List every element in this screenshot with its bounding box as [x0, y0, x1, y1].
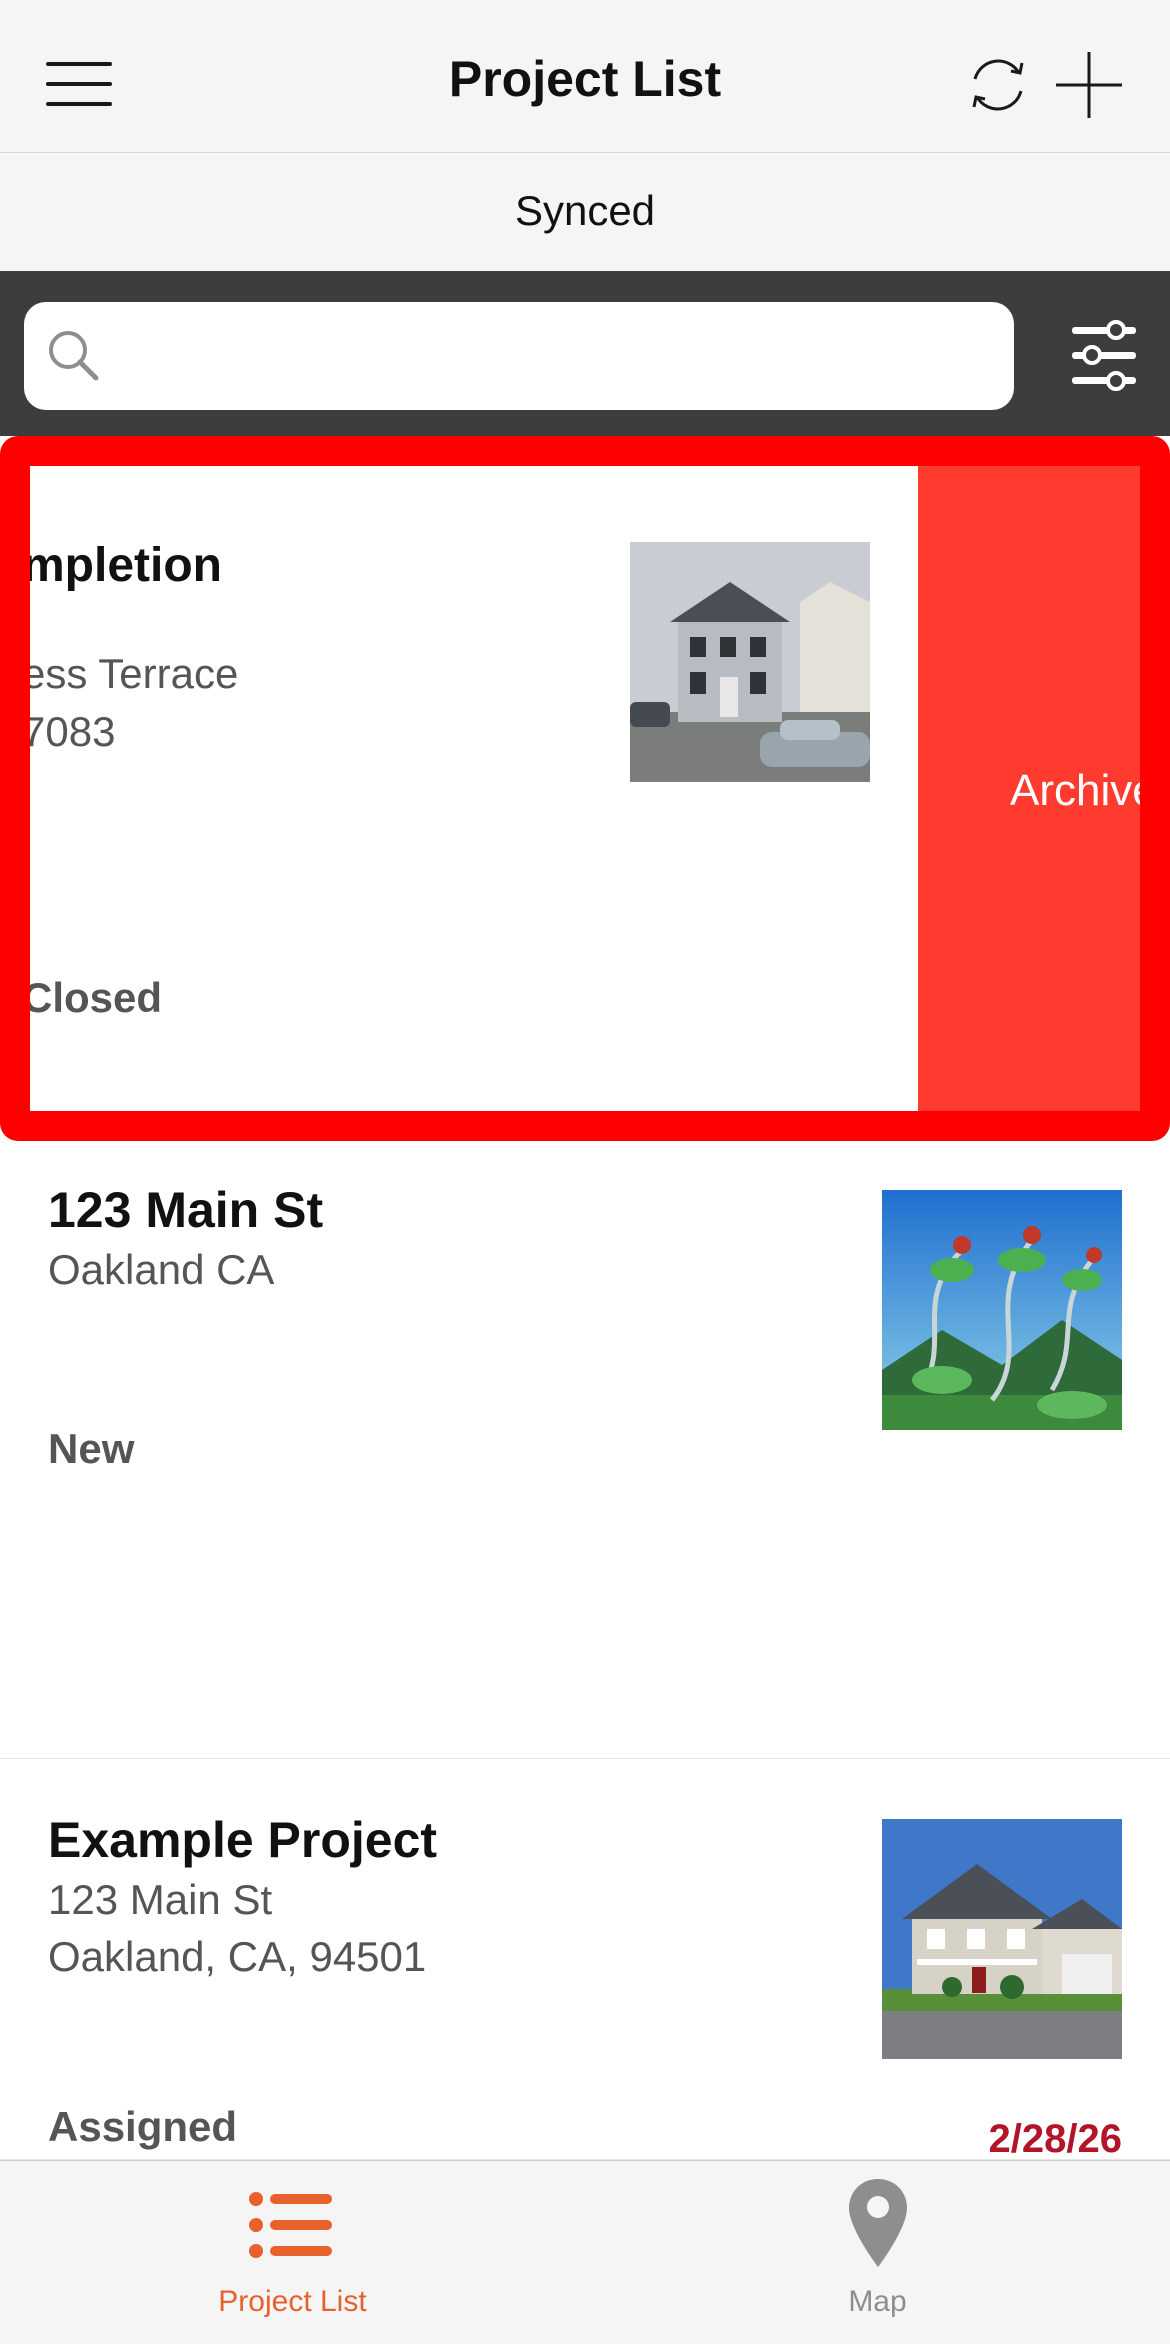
bottom-tab-bar: Project List Map [0, 2160, 1170, 2344]
archive-button[interactable]: Archive [918, 466, 1157, 1111]
search-icon [49, 331, 99, 381]
project-status: Closed [30, 974, 163, 1021]
sync-status-bar: Synced [0, 153, 1170, 271]
project-status: Assigned [48, 2103, 238, 2150]
project-list-item[interactable]: 123 Main St Oakland CA New [0, 1141, 1170, 1759]
tab-label: Project List [218, 2285, 367, 2318]
sync-icon[interactable] [965, 55, 1031, 115]
search-input[interactable] [110, 321, 994, 393]
sync-status-label: Synced [514, 187, 656, 234]
project-address-line1: Oakland CA [48, 1246, 275, 1293]
tab-label: Map [848, 2285, 907, 2318]
project-address-line1: 123 Main St [48, 1876, 273, 1923]
project-thumbnail [882, 1819, 1122, 2059]
swiped-project-content[interactable]: mpletion ess Terrace 7083 Closed [30, 466, 918, 1111]
tab-project-list[interactable]: Project List [0, 2161, 585, 2344]
project-due-date: 2/28/26 [988, 2117, 1122, 2161]
tab-map[interactable]: Map [585, 2161, 1170, 2344]
project-title: mpletion [30, 539, 222, 592]
filter-sliders-icon[interactable] [1070, 319, 1138, 393]
map-pin-icon [849, 2179, 907, 2267]
project-status: New [48, 1425, 135, 1472]
project-title: Example Project [48, 1812, 438, 1868]
project-list-item[interactable]: Example Project 123 Main St Oakland, CA,… [0, 1759, 1170, 2161]
top-navigation-bar: Project List [0, 0, 1170, 153]
project-address-line2: Oakland, CA, 94501 [48, 1933, 427, 1980]
project-title: 123 Main St [48, 1182, 324, 1238]
project-thumbnail [630, 542, 870, 782]
project-address-line1: ess Terrace [30, 650, 239, 697]
swiped-project-card[interactable]: mpletion ess Terrace 7083 Closed Archive [0, 436, 1170, 1141]
project-thumbnail [882, 1190, 1122, 1430]
project-address-line2: 7083 [30, 708, 116, 755]
search-bar-area [0, 271, 1170, 436]
archive-label: Archive [1010, 766, 1157, 815]
list-icon [249, 2192, 332, 2258]
plus-icon[interactable] [1054, 50, 1124, 120]
